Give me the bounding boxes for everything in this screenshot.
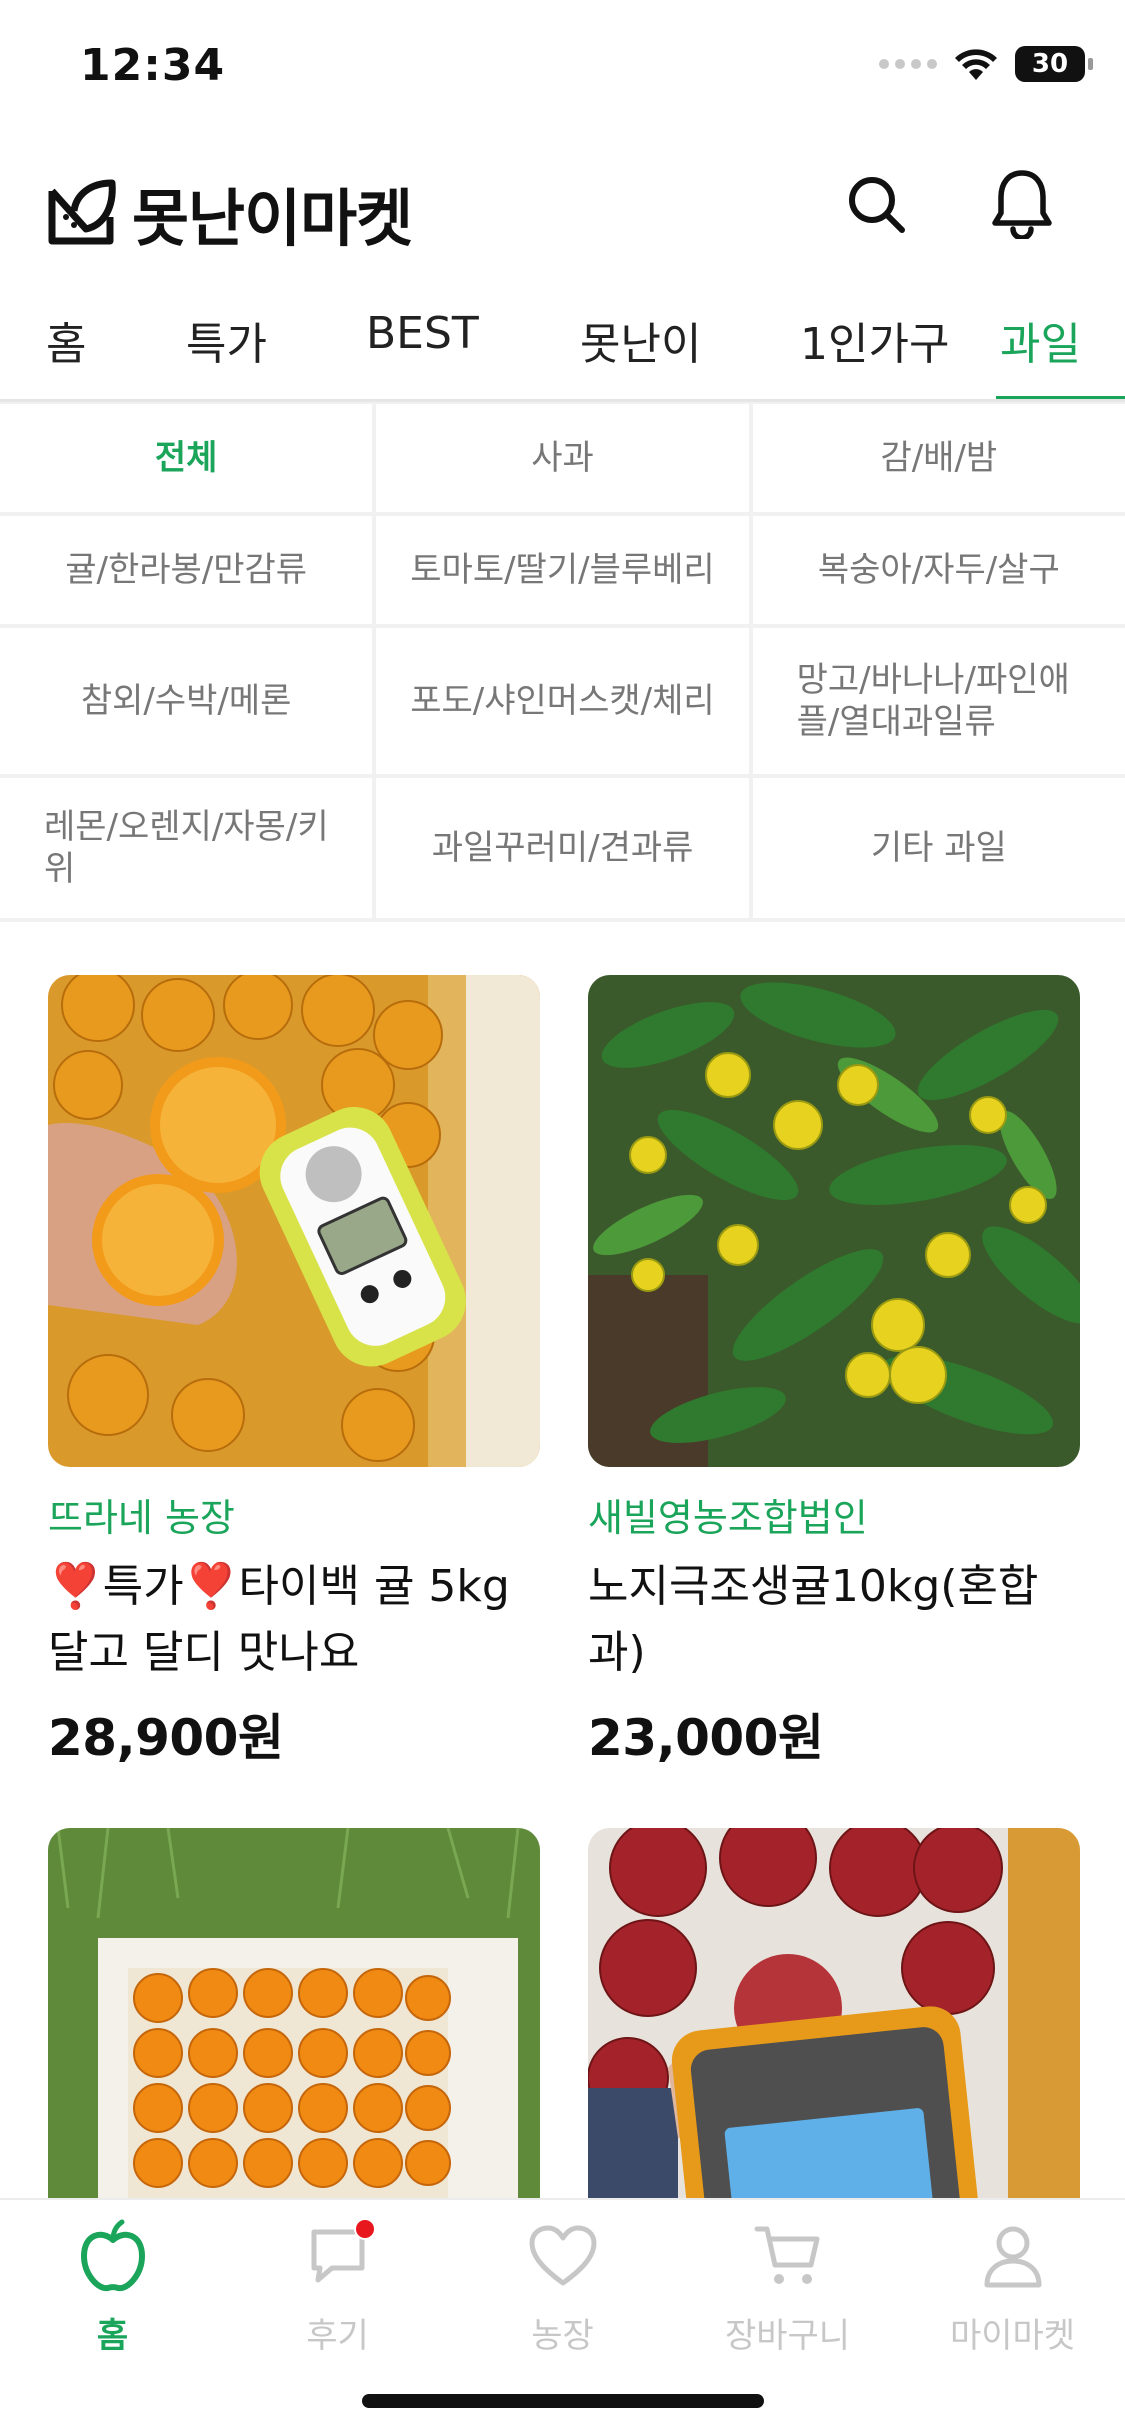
nav-label: 후기 — [306, 2316, 369, 2356]
tab-best[interactable]: BEST — [366, 308, 479, 359]
status-time: 12:34 — [80, 40, 226, 91]
nav-home[interactable]: 홈 — [0, 2216, 225, 2357]
subcategory-melon[interactable]: 참외/수박/메론 — [0, 628, 373, 774]
status-bar: 12:34 30 — [0, 0, 1125, 140]
status-icons: 30 — [879, 46, 1093, 82]
subcategory-lemon-orange-kiwi[interactable]: 레몬/오렌지/자몽/키위 — [0, 778, 373, 918]
subcategory-bundle-nuts[interactable]: 과일꾸러미/견과류 — [376, 778, 749, 918]
farm-name[interactable]: 뜨라네 농장 — [48, 1487, 540, 1542]
farm-name[interactable]: 새빌영농조합법인 — [588, 1487, 1080, 1542]
product-card[interactable]: 뜨라네 농장 ❣️특가❣️타이백 귤 5kg 달고 달디 맛나요 28,900원 — [48, 975, 540, 1770]
tab-ugly[interactable]: 못난이 — [580, 308, 701, 372]
tab-fruit[interactable]: 과일 — [1000, 308, 1081, 372]
category-tabs: 홈 특가 BEST 못난이 1인가구 과일 — [0, 290, 1125, 402]
product-image[interactable] — [48, 975, 540, 1467]
apple-icon — [73, 2216, 153, 2296]
tab-home[interactable]: 홈 — [46, 308, 86, 372]
nav-cart[interactable]: 장바구니 — [675, 2216, 900, 2357]
subcategory-peach-plum[interactable]: 복숭아/자두/살구 — [752, 516, 1125, 624]
cart-icon — [748, 2216, 828, 2296]
nav-label: 마이마켓 — [949, 2316, 1076, 2356]
subcategory-apple[interactable]: 사과 — [376, 404, 749, 512]
subcategory-tropical[interactable]: 망고/바나나/파인애플/열대과일류 — [752, 628, 1125, 774]
product-name[interactable]: ❣️특가❣️타이백 귤 5kg 달고 달디 맛나요 — [48, 1554, 540, 1686]
subcategory-all[interactable]: 전체 — [0, 404, 373, 512]
cellular-signal-icon — [879, 59, 937, 69]
person-icon — [973, 2216, 1053, 2296]
nav-farm[interactable]: 농장 — [450, 2216, 675, 2357]
header-actions — [843, 168, 1055, 240]
subcategory-persimmon-pear-chestnut[interactable]: 감/배/밤 — [752, 404, 1125, 512]
home-indicator[interactable] — [362, 2394, 764, 2408]
subcategory-tomato-berry[interactable]: 토마토/딸기/블루베리 — [376, 516, 749, 624]
leaf-box-icon — [48, 179, 116, 245]
nav-label: 홈 — [96, 2316, 129, 2356]
subcategory-grape-cherry[interactable]: 포도/샤인머스캣/체리 — [376, 628, 749, 774]
subcategory-citrus[interactable]: 귤/한라봉/만감류 — [0, 516, 373, 624]
product-name[interactable]: 노지극조생귤10kg(혼합과) — [588, 1554, 1080, 1686]
app-title: 못난이마켓 — [132, 182, 413, 255]
app-header: 못난이마켓 — [0, 140, 1125, 270]
notification-button[interactable] — [989, 168, 1055, 240]
heart-icon — [523, 2216, 603, 2296]
bell-icon — [992, 170, 1052, 239]
chat-bubble-icon — [298, 2216, 378, 2296]
product-price: 28,900원 — [48, 1709, 284, 1767]
subcategory-other-fruit[interactable]: 기타 과일 — [752, 778, 1125, 918]
search-icon — [849, 177, 905, 233]
brand-logo[interactable]: 못난이마켓 — [46, 168, 413, 258]
wifi-icon — [955, 49, 997, 80]
nav-label: 농장 — [531, 2316, 594, 2356]
tab-single-household[interactable]: 1인가구 — [800, 308, 949, 372]
nav-label: 장바구니 — [724, 2316, 851, 2356]
nav-reviews[interactable]: 후기 — [225, 2216, 450, 2357]
battery-icon: 30 — [1015, 46, 1093, 82]
nav-my-market[interactable]: 마이마켓 — [900, 2216, 1125, 2357]
product-price: 23,000원 — [588, 1709, 824, 1767]
subcategory-grid: 전체 사과 감/배/밤 귤/한라봉/만감류 토마토/딸기/블루베리 복숭아/자두… — [0, 402, 1125, 922]
product-image[interactable] — [588, 975, 1080, 1467]
search-button[interactable] — [843, 168, 909, 240]
notification-badge — [353, 2218, 376, 2240]
tab-special[interactable]: 특가 — [186, 308, 267, 372]
product-card[interactable]: 새빌영농조합법인 노지극조생귤10kg(혼합과) 23,000원 — [588, 975, 1080, 1770]
